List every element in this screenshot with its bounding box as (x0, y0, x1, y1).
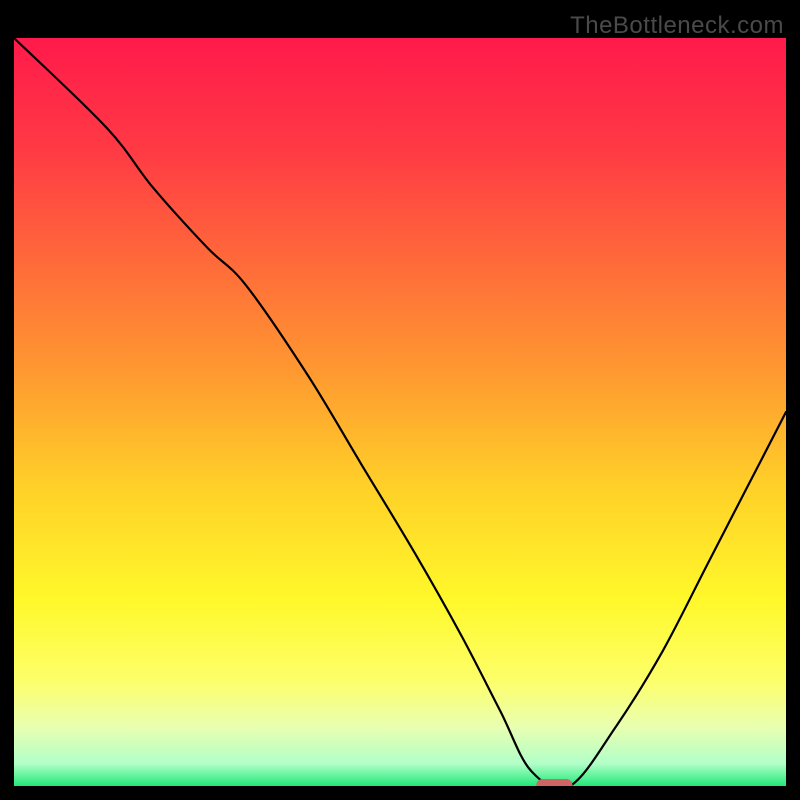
bottleneck-chart (14, 38, 786, 786)
optimum-marker (536, 779, 572, 786)
watermark-text: TheBottleneck.com (570, 12, 784, 40)
chart-frame: TheBottleneck.com (14, 14, 786, 786)
chart-gradient-bg (14, 38, 786, 786)
